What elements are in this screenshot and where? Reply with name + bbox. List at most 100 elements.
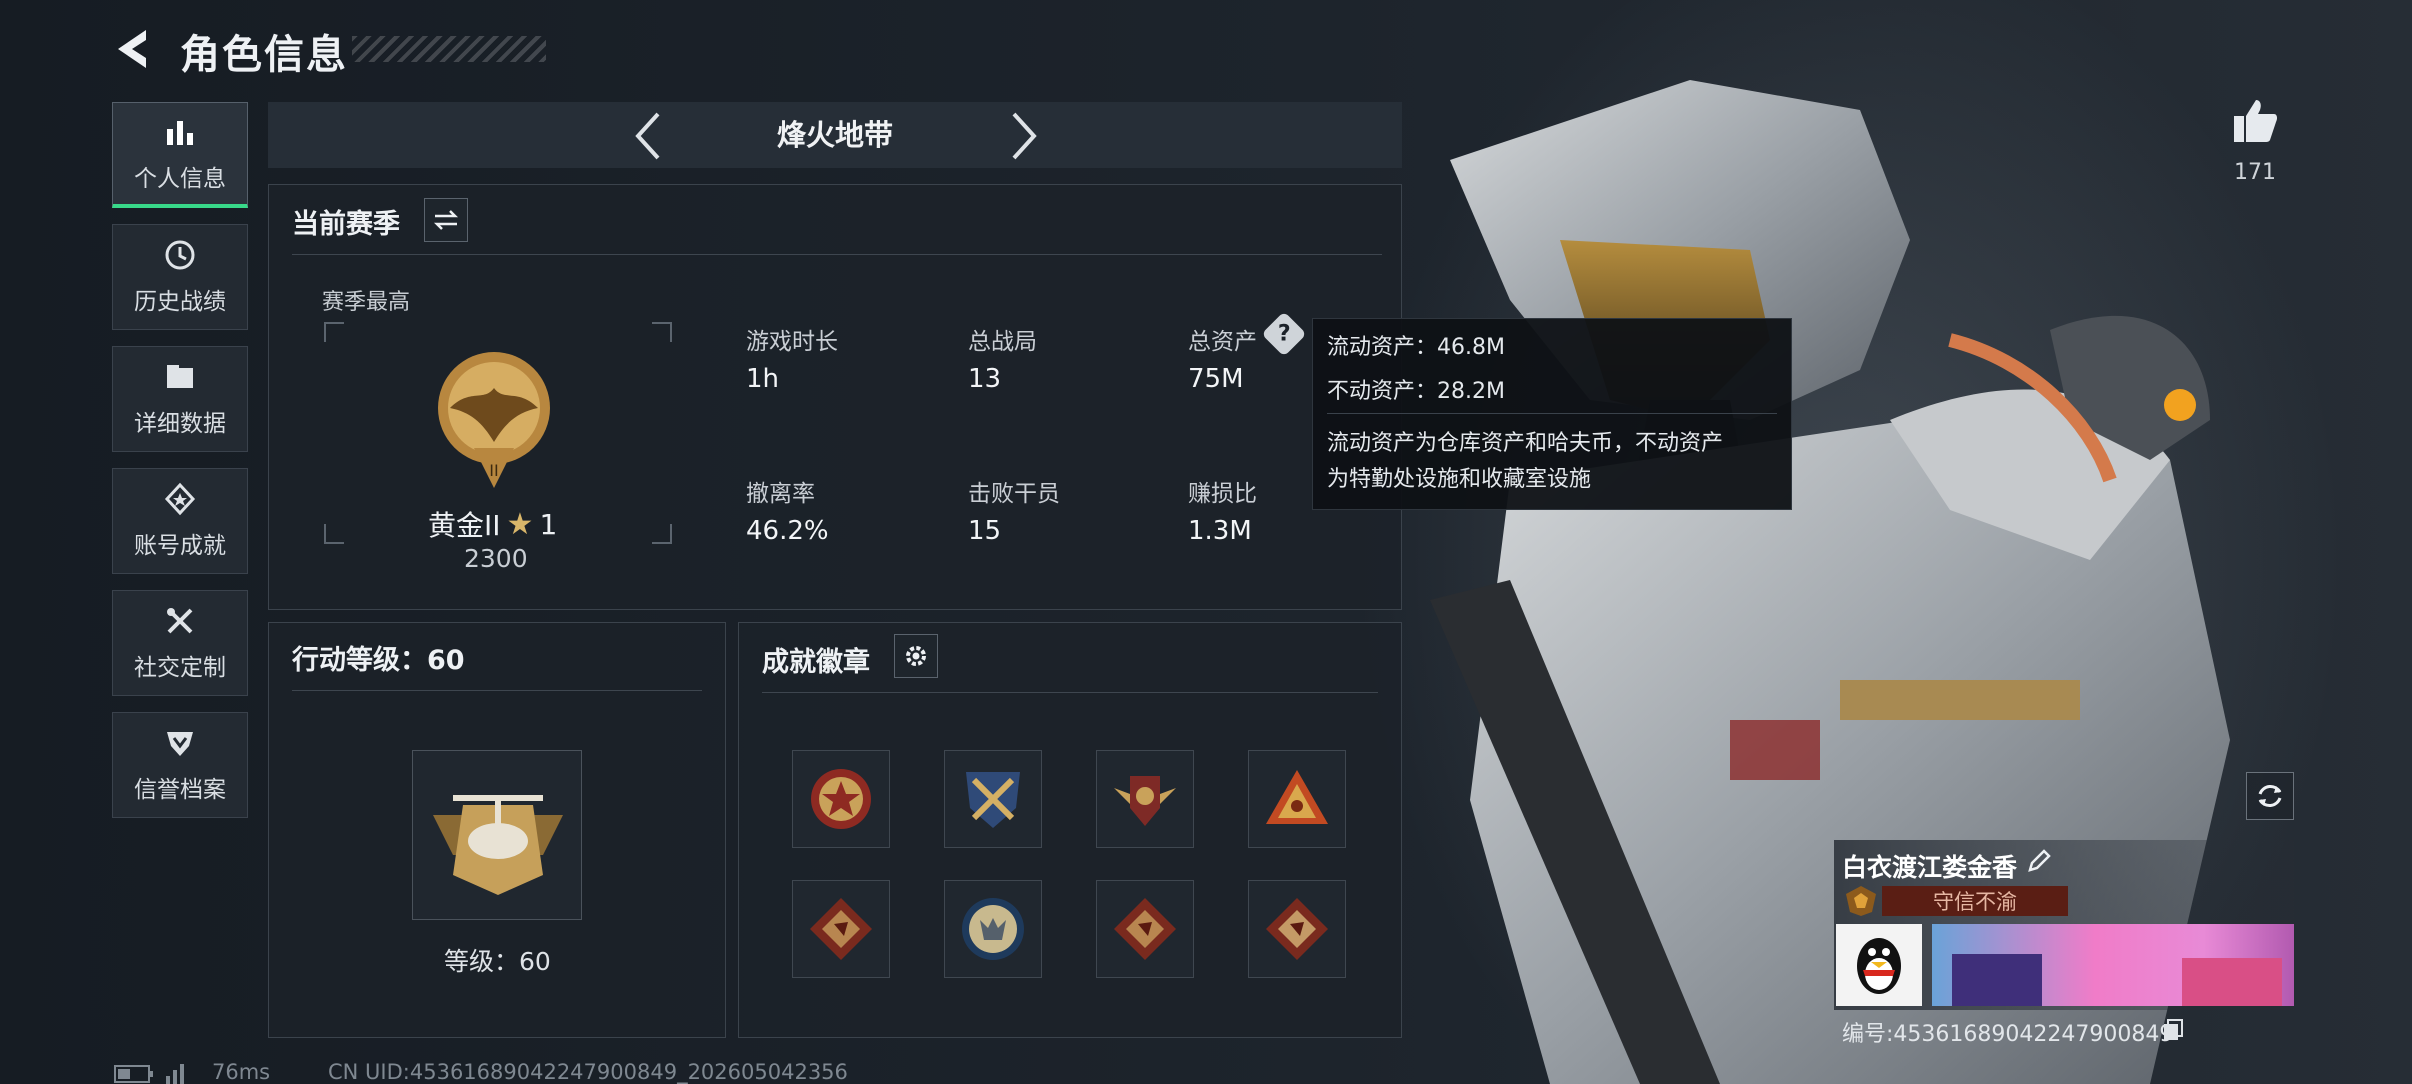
refresh-icon xyxy=(2258,785,2282,807)
name-card-banner xyxy=(1932,924,2294,1006)
badge-slot[interactable] xyxy=(944,750,1042,848)
tooltip-desc-line1: 流动资产为仓库资产和哈夫币，不动资产 xyxy=(1327,431,1724,456)
stat-value-matches: 13 xyxy=(968,364,1002,394)
achievement-icon xyxy=(164,482,196,516)
sidebar-item-label: 信誉档案 xyxy=(134,777,226,803)
divider xyxy=(292,254,1382,255)
battery-icon xyxy=(114,1065,153,1083)
wolf-round-icon xyxy=(962,898,1024,960)
page-title: 角色信息 xyxy=(180,32,348,78)
uid-text: CN UID:45361689042247900849_202605042356 xyxy=(328,1060,848,1084)
stat-value-assets: 75M xyxy=(1188,364,1244,394)
frame-corner xyxy=(652,322,672,342)
badge-slot[interactable] xyxy=(1096,750,1194,848)
sidebar-item-label: 历史战绩 xyxy=(134,289,226,315)
stat-label-matches: 总战局 xyxy=(968,329,1037,355)
badge-slot[interactable] xyxy=(1248,880,1346,978)
dragon-diamond-icon xyxy=(1266,898,1328,960)
badge-slot[interactable] xyxy=(792,880,890,978)
stat-value-playtime: 1h xyxy=(746,364,780,394)
dragon-diamond-icon xyxy=(1114,898,1176,960)
divider xyxy=(292,690,702,691)
back-arrow-icon[interactable] xyxy=(112,26,158,72)
mode-title: 烽火地带 xyxy=(776,118,893,152)
tools-icon xyxy=(167,608,193,634)
divider xyxy=(762,692,1378,693)
credit-rank-icon xyxy=(1846,886,1876,916)
rank-name: 黄金II xyxy=(428,509,501,542)
sidebar-item-label: 个人信息 xyxy=(134,165,226,192)
badges-title: 成就徽章 xyxy=(762,647,870,678)
refresh-button[interactable] xyxy=(2246,772,2294,820)
swap-arrows-icon xyxy=(433,210,459,230)
edit-pencil-icon[interactable] xyxy=(2026,848,2052,874)
tooltip-desc-line2: 为特勤处设施和收藏室设施 xyxy=(1327,467,1592,492)
stat-label-profit-ratio: 赚损比 xyxy=(1188,481,1257,507)
frame-corner xyxy=(324,322,344,342)
triangle-emblem-icon xyxy=(1266,770,1328,824)
divider xyxy=(1327,413,1777,414)
player-id: 编号:45361689042247900849 xyxy=(1842,1022,2174,1047)
badge-slot[interactable] xyxy=(944,880,1042,978)
banner-building xyxy=(1952,954,2042,1006)
action-level-title: 行动等级：60 xyxy=(292,645,465,676)
bar-chart-icon xyxy=(167,120,193,145)
chevron-right-icon[interactable] xyxy=(1004,110,1044,162)
title-tag: 守信不渝 xyxy=(1882,886,2068,916)
credit-shield-icon xyxy=(167,732,193,756)
frame-corner xyxy=(652,524,672,544)
banner-truck xyxy=(2182,958,2282,1006)
star-emblem-icon xyxy=(811,769,871,829)
sidebar-item-detailed-data[interactable]: 详细数据 xyxy=(112,346,248,452)
sidebar-item-achievements[interactable]: 账号成就 xyxy=(112,468,248,574)
title-decoration xyxy=(352,36,546,62)
helicopter-emblem-icon xyxy=(433,795,563,895)
like-count: 171 xyxy=(2234,160,2276,185)
badge-slot[interactable] xyxy=(1248,750,1346,848)
sidebar-item-label: 社交定制 xyxy=(134,655,226,681)
crossed-arms-emblem-icon xyxy=(966,772,1020,828)
gear-icon xyxy=(906,646,926,666)
assets-tooltip: 流动资产：46.8M 不动资产：28.2M 流动资产为仓库资产和哈夫币，不动资产… xyxy=(1312,318,1792,510)
switch-season-button[interactable] xyxy=(424,198,468,242)
stat-label-kills: 击败干员 xyxy=(968,481,1060,507)
season-title: 当前赛季 xyxy=(292,209,400,240)
gold-rank-emblem-icon: II xyxy=(438,352,550,488)
stat-label-extract-rate: 撤离率 xyxy=(746,481,815,507)
thumbs-up-icon[interactable] xyxy=(2230,96,2280,146)
ping-text: 76ms xyxy=(212,1060,271,1084)
rank-score: 2300 xyxy=(464,544,528,573)
player-name: 白衣渡江娄金香 xyxy=(1842,853,2018,882)
folder-icon xyxy=(167,365,193,388)
history-icon xyxy=(165,240,195,270)
tooltip-liquid-assets: 流动资产：46.8M xyxy=(1327,335,1505,360)
sidebar-item-personal-info[interactable]: 个人信息 xyxy=(112,102,248,208)
level-emblem-frame xyxy=(412,750,582,920)
sidebar-item-social[interactable]: 社交定制 xyxy=(112,590,248,696)
signal-icon xyxy=(166,1064,184,1084)
qq-penguin-icon xyxy=(1857,938,1901,994)
svg-text:II: II xyxy=(489,461,498,480)
dragon-diamond-icon xyxy=(810,898,872,960)
winged-shield-emblem-icon xyxy=(1114,776,1176,826)
sidebar-item-label: 详细数据 xyxy=(134,411,226,437)
stat-label-playtime: 游戏时长 xyxy=(746,329,838,355)
star-icon: ★ xyxy=(506,506,534,542)
rank-info: 黄金II ★ 1 xyxy=(428,504,557,544)
sidebar-item-label: 账号成就 xyxy=(134,533,226,559)
badge-settings-button[interactable] xyxy=(894,634,938,678)
stat-label-assets: 总资产 xyxy=(1188,329,1257,355)
sidebar-item-credit[interactable]: 信誉档案 xyxy=(112,712,248,818)
season-best-label: 赛季最高 xyxy=(322,290,411,315)
tooltip-fixed-assets: 不动资产：28.2M xyxy=(1327,379,1505,404)
stat-value-extract-rate: 46.2% xyxy=(746,516,829,546)
frame-corner xyxy=(324,524,344,544)
badge-slot[interactable] xyxy=(1096,880,1194,978)
qq-avatar[interactable] xyxy=(1836,924,1922,1006)
badge-slot[interactable] xyxy=(792,750,890,848)
stat-value-kills: 15 xyxy=(968,516,1002,546)
rank-stars: 1 xyxy=(539,507,558,541)
sidebar-item-history[interactable]: 历史战绩 xyxy=(112,224,248,330)
copy-icon[interactable] xyxy=(2162,1018,2184,1042)
stat-value-profit-ratio: 1.3M xyxy=(1188,516,1252,546)
